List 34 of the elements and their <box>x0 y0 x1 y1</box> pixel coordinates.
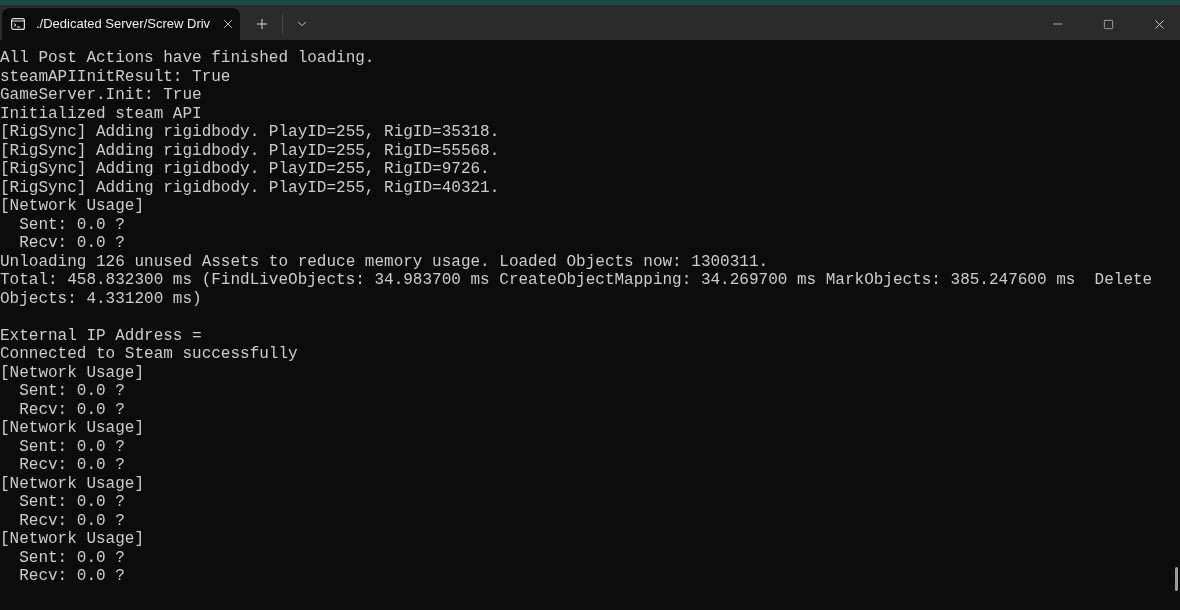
output-line: Connected to Steam successfully <box>0 345 298 364</box>
maximize-icon[interactable] <box>1103 18 1114 30</box>
output-line: Total: 458.832300 ms (FindLiveObjects: 34.983700 ms CreateObjectMapping: 34.269700 ms MarkObjects: 385.247600 ms Delete <box>0 271 1153 290</box>
output-line: [Network Usage] <box>0 197 145 216</box>
output-line: [RigSync] Adding rigidbody. PlayID=255, RigID=40321. <box>0 178 500 197</box>
output-line: External IP Address = <box>0 326 202 345</box>
output-line: Initialized steam API <box>0 104 202 123</box>
output-line: Recv: 0.0 ? <box>18 511 125 530</box>
output-line: [Network Usage] <box>0 363 145 382</box>
output-line: Objects: 4.331200 ms) <box>0 289 202 308</box>
output-line: [Network Usage] <box>0 419 145 438</box>
output-line: Recv: 0.0 ? <box>18 400 125 419</box>
output-line: Recv: 0.0 ? <box>18 456 125 475</box>
output-line: steamAPIInitResult: True <box>0 67 231 86</box>
output-line: Sent: 0.0 ? <box>18 548 125 567</box>
output-line: [Network Usage] <box>0 530 145 549</box>
output-line: [RigSync] Adding rigidbody. PlayID=255, RigID=9726. <box>0 160 490 179</box>
new-tab-icon[interactable] <box>254 16 270 32</box>
output-line: GameServer.Init: True <box>0 86 202 105</box>
output-line: Sent: 0.0 ? <box>18 215 125 234</box>
output-line: [Network Usage] <box>0 474 145 493</box>
output-line: Recv: 0.0 ? <box>18 234 125 253</box>
output-line: [RigSync] Adding rigidbody. PlayID=255, RigID=35318. <box>0 123 500 142</box>
tab-title: ./Dedicated Server/Screw Driv <box>36 15 211 34</box>
terminal-icon <box>11 18 25 30</box>
output-line: Recv: 0.0 ? <box>18 567 125 586</box>
output-line: Sent: 0.0 ? <box>18 382 125 401</box>
output-line: Unloading 126 unused Assets to reduce memory usage. Loaded Objects now: 1300311. <box>0 252 769 271</box>
terminal-tab[interactable]: ./Dedicated Server/Screw Driv <box>2 8 240 40</box>
output-line: All Post Actions have finished loading. <box>0 49 375 68</box>
output-line: Sent: 0.0 ? <box>18 437 125 456</box>
output-line: [RigSync] Adding rigidbody. PlayID=255, RigID=55568. <box>0 141 500 160</box>
scrollbar-thumb[interactable] <box>1175 567 1178 591</box>
output-line: Sent: 0.0 ? <box>18 493 125 512</box>
